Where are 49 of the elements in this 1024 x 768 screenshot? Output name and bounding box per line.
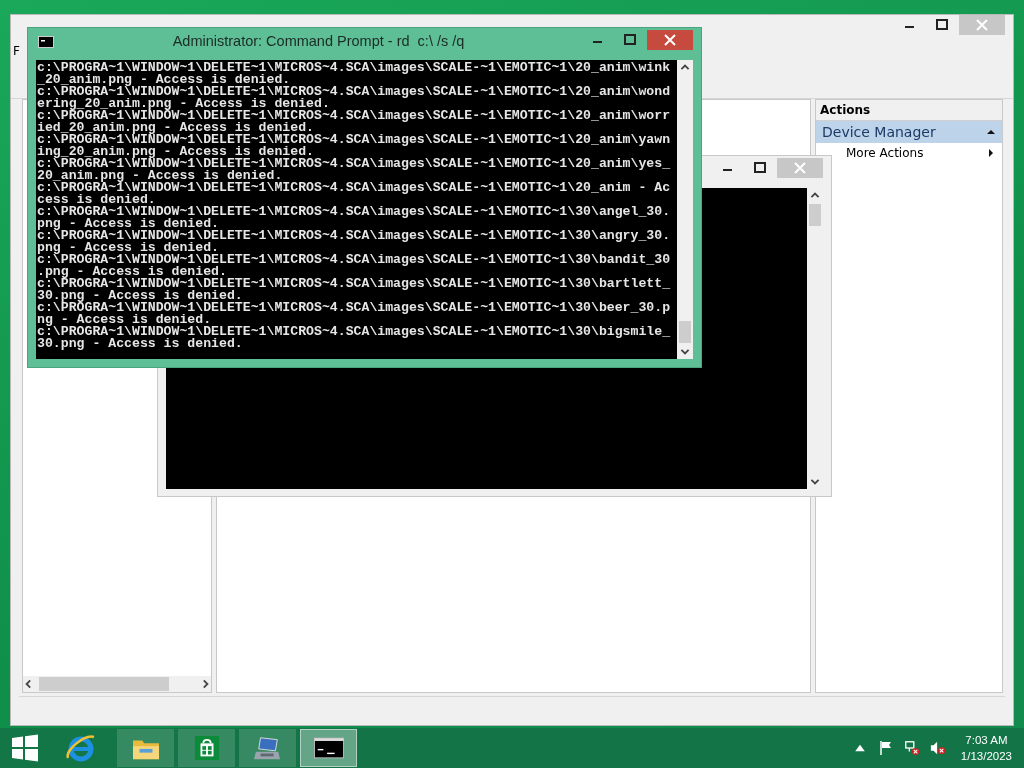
- console-line: ied_20_anim.png - Access is denied.: [37, 122, 314, 134]
- console-line: c:\PROGRA~1\WINDOW~1\DELETE~1\MICROS~4.SCA\images\SCALE-~1\EMOTIC~1\20_anim\yawn: [37, 134, 672, 146]
- submenu-arrow-icon: [986, 148, 996, 158]
- action-item[interactable]: More Actions: [816, 143, 1002, 163]
- clock[interactable]: 7:03 AM 1/13/2023: [952, 732, 1024, 764]
- computer-icon: [252, 735, 283, 761]
- actions-header: Actions: [816, 100, 1002, 121]
- console-line: ering_20_anim.png - Access is denied.: [37, 98, 330, 110]
- console-line: c:\PROGRA~1\WINDOW~1\DELETE~1\MICROS~4.SCA\images\SCALE-~1\EMOTIC~1\20_anim\wond: [37, 86, 672, 98]
- browser-icon[interactable]: [65, 732, 97, 764]
- flag-icon[interactable]: [877, 740, 894, 756]
- console-line: c:\PROGRA~1\WINDOW~1\DELETE~1\MICROS~4.SCA\images\SCALE-~1\EMOTIC~1\30\beer_30.p: [37, 302, 672, 314]
- console-line: .png - Access is denied.: [37, 266, 227, 278]
- network-error-icon[interactable]: [903, 740, 920, 756]
- window-title: Administrator: Command Prompt - rd c:\ /s /q: [171, 33, 466, 49]
- console-line: _20_anim.png - Access is denied.: [37, 74, 291, 86]
- console-icon: [313, 735, 344, 761]
- scroll-thumb[interactable]: [39, 677, 169, 691]
- console-icon: [38, 36, 54, 48]
- console-line: c:\PROGRA~1\WINDOW~1\DELETE~1\MICROS~4.SCA\images\SCALE-~1\EMOTIC~1\30\bigsmile_: [37, 326, 672, 338]
- console-line: c:\PROGRA~1\WINDOW~1\DELETE~1\MICROS~4.SCA\images\SCALE-~1\EMOTIC~1\20_anim\yes_: [37, 158, 672, 170]
- vertical-scrollbar[interactable]: [677, 60, 693, 359]
- close-button[interactable]: [647, 30, 693, 50]
- scroll-thumb[interactable]: [809, 204, 821, 226]
- console-line: c:\PROGRA~1\WINDOW~1\DELETE~1\MICROS~4.SCA\images\SCALE-~1\EMOTIC~1\20_anim\wink: [37, 62, 672, 74]
- speaker-muted-icon[interactable]: [929, 740, 946, 756]
- menu-item[interactable]: F: [11, 44, 22, 58]
- console-line: ng - Access is denied.: [37, 314, 212, 326]
- console-line: ing_20_anim.png - Access is denied.: [37, 146, 314, 158]
- horizontal-scrollbar[interactable]: [23, 676, 211, 692]
- console-line: c:\PROGRA~1\WINDOW~1\DELETE~1\MICROS~4.SCA\images\SCALE-~1\EMOTIC~1\30\angel_30.: [37, 206, 672, 218]
- console-line: 30.png - Access is denied.: [37, 290, 243, 302]
- clock-time: 7:03 AM: [965, 733, 1008, 748]
- console-line: c:\PROGRA~1\WINDOW~1\DELETE~1\MICROS~4.SCA\images\SCALE-~1\EMOTIC~1\20_anim - Ac: [37, 182, 672, 194]
- console-line: png - Access is denied.: [37, 242, 220, 254]
- console-line: c:\PROGRA~1\WINDOW~1\DELETE~1\MICROS~4.SCA\images\SCALE-~1\EMOTIC~1\30\bartlett_: [37, 278, 672, 290]
- console-line: c:\PROGRA~1\WINDOW~1\DELETE~1\MICROS~4.SCA\images\SCALE-~1\EMOTIC~1\20_anim\worr: [37, 110, 672, 122]
- console-line: cess is denied.: [37, 194, 156, 206]
- taskbar-button[interactable]: [300, 729, 357, 767]
- start-button[interactable]: [11, 734, 39, 762]
- scroll-thumb[interactable]: [679, 321, 691, 343]
- console-line: c:\PROGRA~1\WINDOW~1\DELETE~1\MICROS~4.SCA\images\SCALE-~1\EMOTIC~1\30\bandit_30: [37, 254, 672, 266]
- collapse-arrow-icon: [986, 127, 996, 137]
- clock-date: 1/13/2023: [960, 749, 1012, 764]
- console-line: png - Access is denied.: [37, 218, 220, 230]
- console-line: 30.png - Access is denied.: [37, 338, 243, 350]
- console-line: 20_anim.png - Access is denied.: [37, 170, 283, 182]
- console-line: c:\PROGRA~1\WINDOW~1\DELETE~1\MICROS~4.SCA\images\SCALE-~1\EMOTIC~1\30\angry_30.: [37, 230, 672, 242]
- section-header[interactable]: Device Manager: [816, 121, 1002, 143]
